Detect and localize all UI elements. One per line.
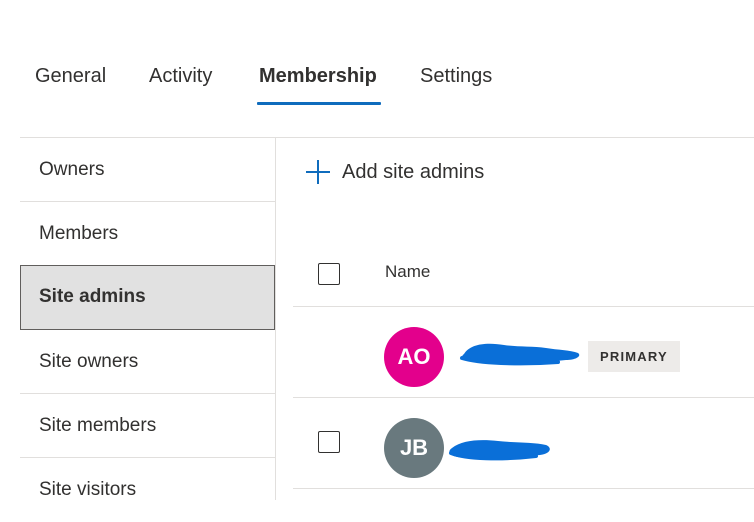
sidebar-item-site-visitors[interactable]: Site visitors	[20, 458, 275, 522]
sidebar-content-divider	[275, 138, 276, 500]
table-row-divider	[293, 397, 754, 398]
tab-activity[interactable]: Activity	[149, 60, 212, 92]
redacted-name	[449, 440, 550, 461]
avatar: JB	[384, 418, 444, 478]
select-all-checkbox[interactable]	[318, 263, 340, 285]
add-site-admins-button[interactable]: Add site admins	[305, 156, 484, 188]
table-row-divider	[293, 488, 754, 489]
sidebar-item-site-owners[interactable]: Site owners	[20, 330, 275, 394]
sidebar-item-members[interactable]: Members	[20, 202, 275, 266]
row-checkbox[interactable]	[318, 431, 340, 453]
primary-badge: PRIMARY	[588, 341, 680, 372]
active-tab-indicator	[257, 102, 381, 105]
tab-membership[interactable]: Membership	[259, 60, 377, 92]
avatar-initials: AO	[397, 344, 431, 369]
redacted-name	[460, 343, 580, 366]
sidebar-item-site-admins[interactable]: Site admins	[20, 265, 275, 330]
avatar-initials: JB	[399, 435, 429, 460]
tab-settings[interactable]: Settings	[420, 60, 492, 92]
column-header-name[interactable]: Name	[385, 262, 430, 282]
add-site-admins-label: Add site admins	[342, 160, 485, 183]
avatar: AO	[384, 327, 444, 387]
sidebar-item-owners[interactable]: Owners	[20, 138, 275, 202]
table-header-divider	[293, 306, 754, 307]
plus-icon	[306, 160, 330, 184]
sidebar-item-site-members[interactable]: Site members	[20, 394, 275, 458]
tab-general[interactable]: General	[35, 60, 106, 92]
